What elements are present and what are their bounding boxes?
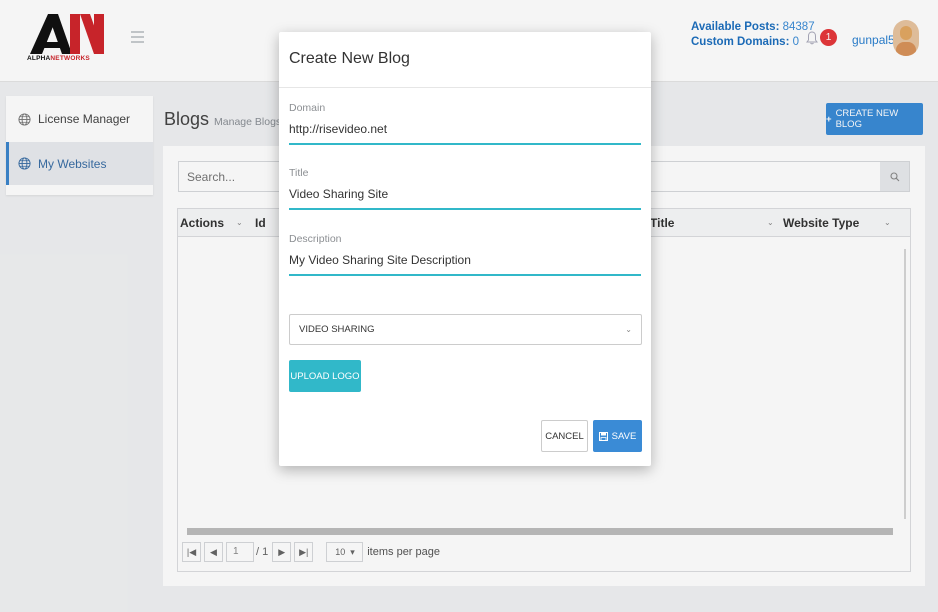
dialog-title: Create New Blog [289,50,410,67]
floppy-disk-icon [598,431,608,441]
description-field: Description My Video Sharing Site Descri… [289,233,641,276]
website-type-value: VIDEO SHARING [299,324,375,335]
chevron-down-icon: ⌄ [625,325,632,334]
cancel-button[interactable]: CANCEL [541,420,588,452]
save-button[interactable]: SAVE [593,420,642,452]
title-input[interactable]: Video Sharing Site [289,187,641,210]
title-label: Title [289,167,309,179]
description-label: Description [289,233,342,245]
description-input[interactable]: My Video Sharing Site Description [289,253,641,276]
upload-logo-button[interactable]: UPLOAD LOGO [289,360,361,392]
domain-input[interactable]: http://risevideo.net [289,122,641,145]
website-type-select[interactable]: VIDEO SHARING ⌄ [289,314,642,345]
divider [279,87,651,88]
domain-field: Domain http://risevideo.net [289,102,641,145]
create-blog-dialog: Create New Blog Domain http://risevideo.… [279,32,651,466]
title-field: Title Video Sharing Site [289,167,641,210]
domain-label: Domain [289,102,326,114]
upload-logo-label: UPLOAD LOGO [290,370,360,382]
cancel-label: CANCEL [545,430,584,442]
save-label: SAVE [611,430,637,442]
